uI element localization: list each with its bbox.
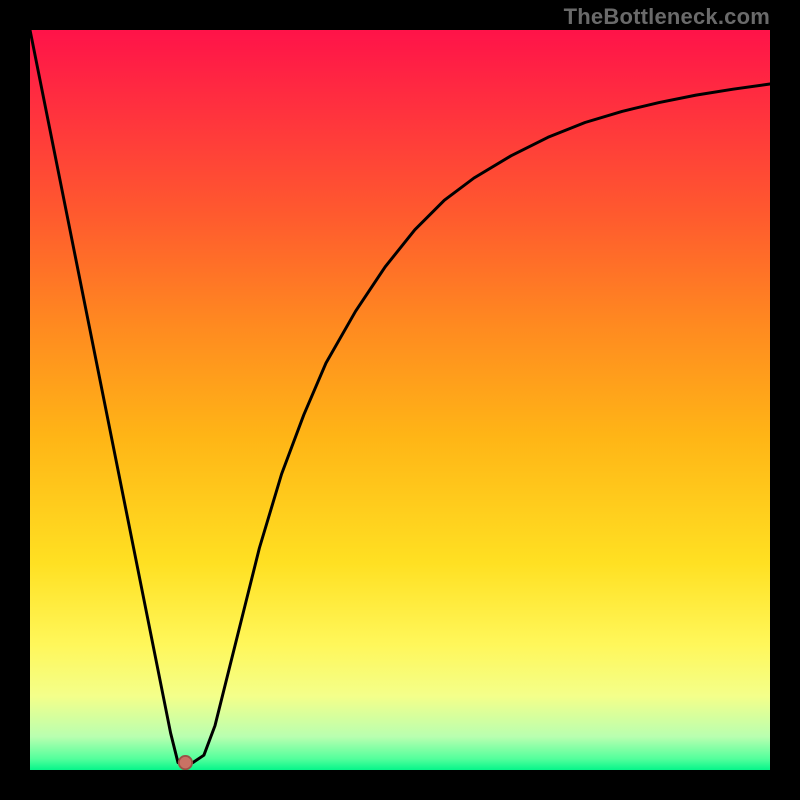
watermark-text: TheBottleneck.com [564, 4, 770, 30]
optimum-marker [179, 756, 192, 769]
plot-area [30, 30, 770, 770]
bottleneck-curve [30, 30, 770, 770]
chart-frame: TheBottleneck.com [0, 0, 800, 800]
